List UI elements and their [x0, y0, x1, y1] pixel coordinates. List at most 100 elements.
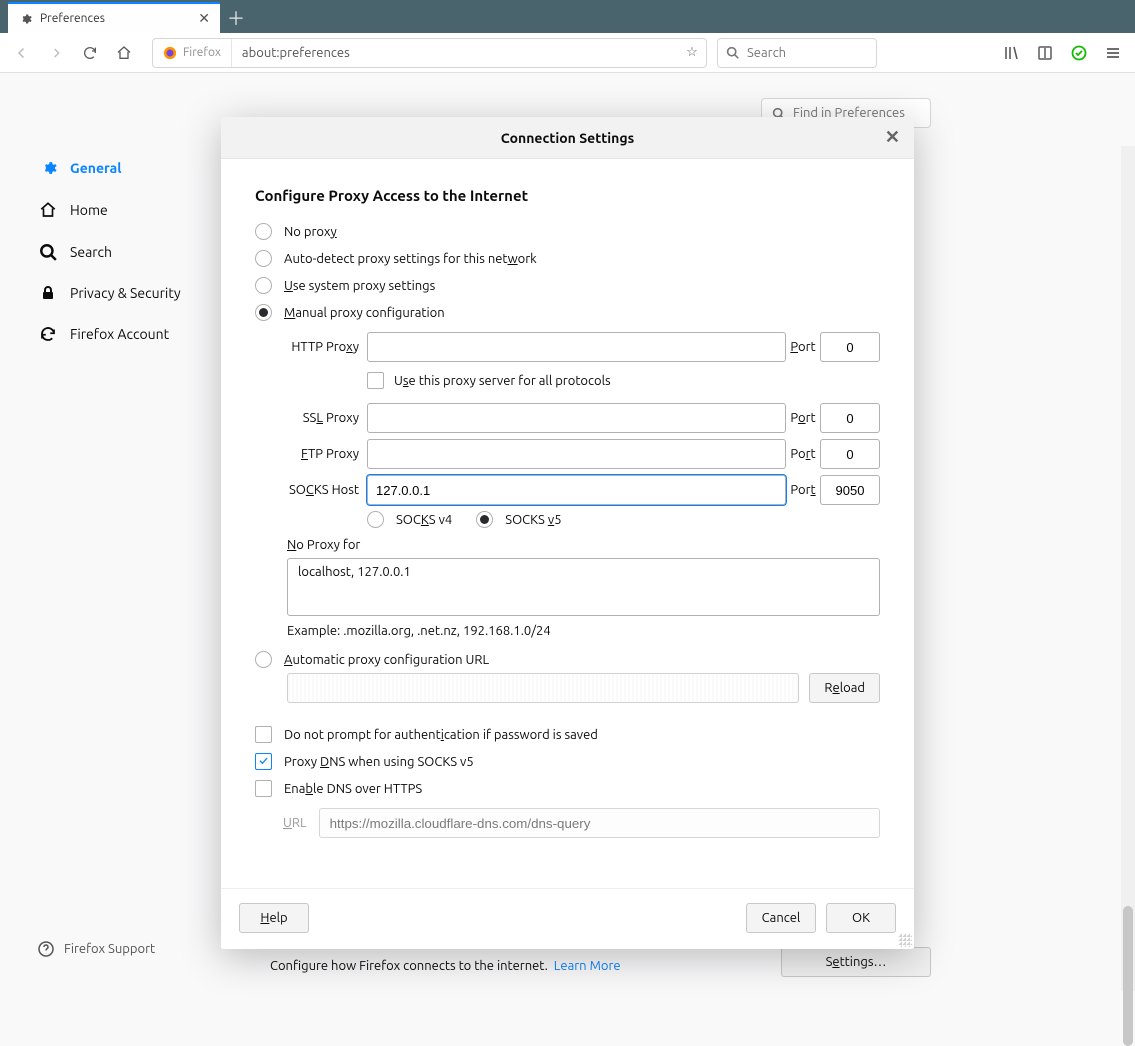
checkbox-icon[interactable] — [255, 753, 272, 770]
page-scrollbar[interactable] — [1121, 146, 1135, 991]
learn-more-link[interactable]: Learn More — [554, 959, 621, 973]
reload-button[interactable]: Reload — [809, 673, 880, 703]
checkbox-icon[interactable] — [255, 726, 272, 743]
resize-grip-icon[interactable] — [898, 933, 912, 947]
support-label: Firefox Support — [64, 942, 155, 956]
bookmark-star-icon[interactable]: ☆ — [678, 45, 706, 60]
noproxy-textarea[interactable]: localhost, 127.0.0.1 — [287, 558, 880, 616]
sidebar-item-account[interactable]: Firefox Account — [30, 313, 220, 355]
socks-host-input[interactable] — [367, 475, 786, 505]
pac-url-row: Reload — [287, 673, 880, 703]
identity-box[interactable]: Firefox — [153, 39, 232, 67]
radio-icon[interactable] — [367, 511, 384, 528]
checkbox-proxy-dns-socks5[interactable]: Proxy DNS when using SOCKS v5 — [255, 748, 880, 775]
ftp-proxy-input[interactable] — [367, 439, 786, 469]
ok-button[interactable]: OK — [826, 903, 896, 933]
radio-auto-detect[interactable]: Auto-detect proxy settings for this netw… — [255, 245, 880, 272]
browser-tab-preferences[interactable]: Preferences ✕ — [8, 2, 220, 33]
tab-strip: Preferences ✕ ＋ — [0, 0, 1135, 33]
use-proxy-all-row[interactable]: Use this proxy server for all protocols — [367, 368, 880, 397]
radio-icon[interactable] — [255, 651, 272, 668]
search-icon — [38, 243, 58, 261]
dialog-title: Connection Settings — [501, 130, 634, 146]
proxy-grid: HTTP Proxy Port Use this proxy server fo… — [287, 332, 880, 505]
dialog-close-button[interactable]: ✕ — [885, 127, 900, 148]
checkbox-enable-doh[interactable]: Enable DNS over HTTPS — [255, 775, 880, 802]
dialog-header: Connection Settings ✕ — [221, 117, 914, 159]
network-settings-button[interactable]: Settings… — [781, 947, 931, 977]
search-icon — [726, 46, 739, 59]
reader-button[interactable] — [1029, 37, 1061, 69]
nav-reload-button[interactable] — [74, 37, 106, 69]
radio-manual-proxy[interactable]: Manual proxy configuration — [255, 299, 880, 326]
radio-system-proxy[interactable]: Use system proxy settings — [255, 272, 880, 299]
radio-icon[interactable] — [476, 511, 493, 528]
radio-no-proxy[interactable]: No proxy — [255, 218, 880, 245]
close-tab-icon[interactable]: ✕ — [198, 10, 210, 27]
doh-url-input[interactable] — [319, 808, 880, 838]
tab-title: Preferences — [40, 12, 190, 25]
checkbox-icon[interactable] — [255, 780, 272, 797]
sidebar-item-label: Search — [70, 244, 112, 260]
port-label: Port — [786, 340, 820, 354]
help-button[interactable]: Help — [239, 903, 309, 933]
ssl-proxy-label: SSL Proxy — [287, 411, 367, 425]
radio-socks4[interactable]: SOCKS v4 — [367, 511, 452, 528]
radio-icon[interactable] — [255, 223, 272, 240]
socks-port-input[interactable] — [820, 475, 880, 505]
url-bar[interactable]: Firefox about:preferences ☆ — [152, 38, 707, 68]
checkbox-icon[interactable] — [367, 372, 384, 389]
cancel-button[interactable]: Cancel — [746, 903, 816, 933]
checkbox-no-auth-prompt[interactable]: Do not prompt for authentication if pass… — [255, 721, 880, 748]
connection-description: Configure how Firefox connects to the in… — [270, 959, 621, 973]
doh-url-label: URL — [283, 816, 307, 830]
socks-host-label: SOCKS Host — [287, 483, 367, 497]
socks-version-group: SOCKS v4 SOCKS v5 — [367, 505, 880, 538]
prefs-sidebar: General Home Search Privacy & Security F… — [30, 147, 220, 355]
ftp-port-input[interactable] — [820, 439, 880, 469]
scrollbar-thumb[interactable] — [1123, 906, 1133, 1046]
port-label: Port — [786, 447, 820, 461]
new-tab-button[interactable]: ＋ — [220, 2, 252, 33]
sidebar-item-label: Privacy & Security — [70, 285, 181, 301]
dialog-section-title: Configure Proxy Access to the Internet — [255, 187, 880, 204]
gear-icon — [38, 159, 58, 177]
sidebar-item-search[interactable]: Search — [30, 231, 220, 273]
nav-forward-button[interactable] — [40, 37, 72, 69]
search-bar[interactable]: Search — [717, 38, 877, 68]
dialog-footer: Help Cancel OK — [221, 888, 914, 949]
url-text: about:preferences — [232, 46, 678, 60]
sidebar-item-label: Home — [70, 202, 108, 218]
connection-settings-dialog: Connection Settings ✕ Configure Proxy Ac… — [221, 117, 914, 949]
port-label: Port — [786, 483, 820, 497]
sidebar-item-privacy[interactable]: Privacy & Security — [30, 273, 220, 313]
sidebar-item-general[interactable]: General — [30, 147, 220, 189]
lock-icon — [38, 285, 58, 301]
library-button[interactable] — [995, 37, 1027, 69]
ssl-port-input[interactable] — [820, 403, 880, 433]
radio-pac-url[interactable]: Automatic proxy configuration URL — [255, 646, 880, 673]
noproxy-label: No Proxy for — [287, 538, 880, 552]
identity-label: Firefox — [183, 46, 221, 59]
pac-url-input[interactable] — [287, 673, 799, 703]
http-port-input[interactable] — [820, 332, 880, 362]
nav-home-button[interactable] — [108, 37, 140, 69]
sidebar-item-home[interactable]: Home — [30, 189, 220, 231]
firefox-support-link[interactable]: Firefox Support — [38, 941, 155, 957]
ftp-proxy-label: FTP Proxy — [287, 447, 367, 461]
doh-url-row: URL — [283, 808, 880, 838]
noproxy-example: Example: .mozilla.org, .net.nz, 192.168.… — [287, 624, 880, 638]
question-icon — [38, 941, 54, 957]
radio-icon[interactable] — [255, 250, 272, 267]
nav-toolbar: Firefox about:preferences ☆ Search — [0, 33, 1135, 73]
radio-icon[interactable] — [255, 304, 272, 321]
nav-back-button[interactable] — [6, 37, 38, 69]
radio-icon[interactable] — [255, 277, 272, 294]
extension-button[interactable] — [1063, 37, 1095, 69]
firefox-icon — [163, 46, 177, 60]
http-proxy-input[interactable] — [367, 332, 786, 362]
hamburger-menu-button[interactable] — [1097, 37, 1129, 69]
ssl-proxy-input[interactable] — [367, 403, 786, 433]
sync-icon — [38, 325, 58, 343]
radio-socks5[interactable]: SOCKS v5 — [476, 511, 561, 528]
